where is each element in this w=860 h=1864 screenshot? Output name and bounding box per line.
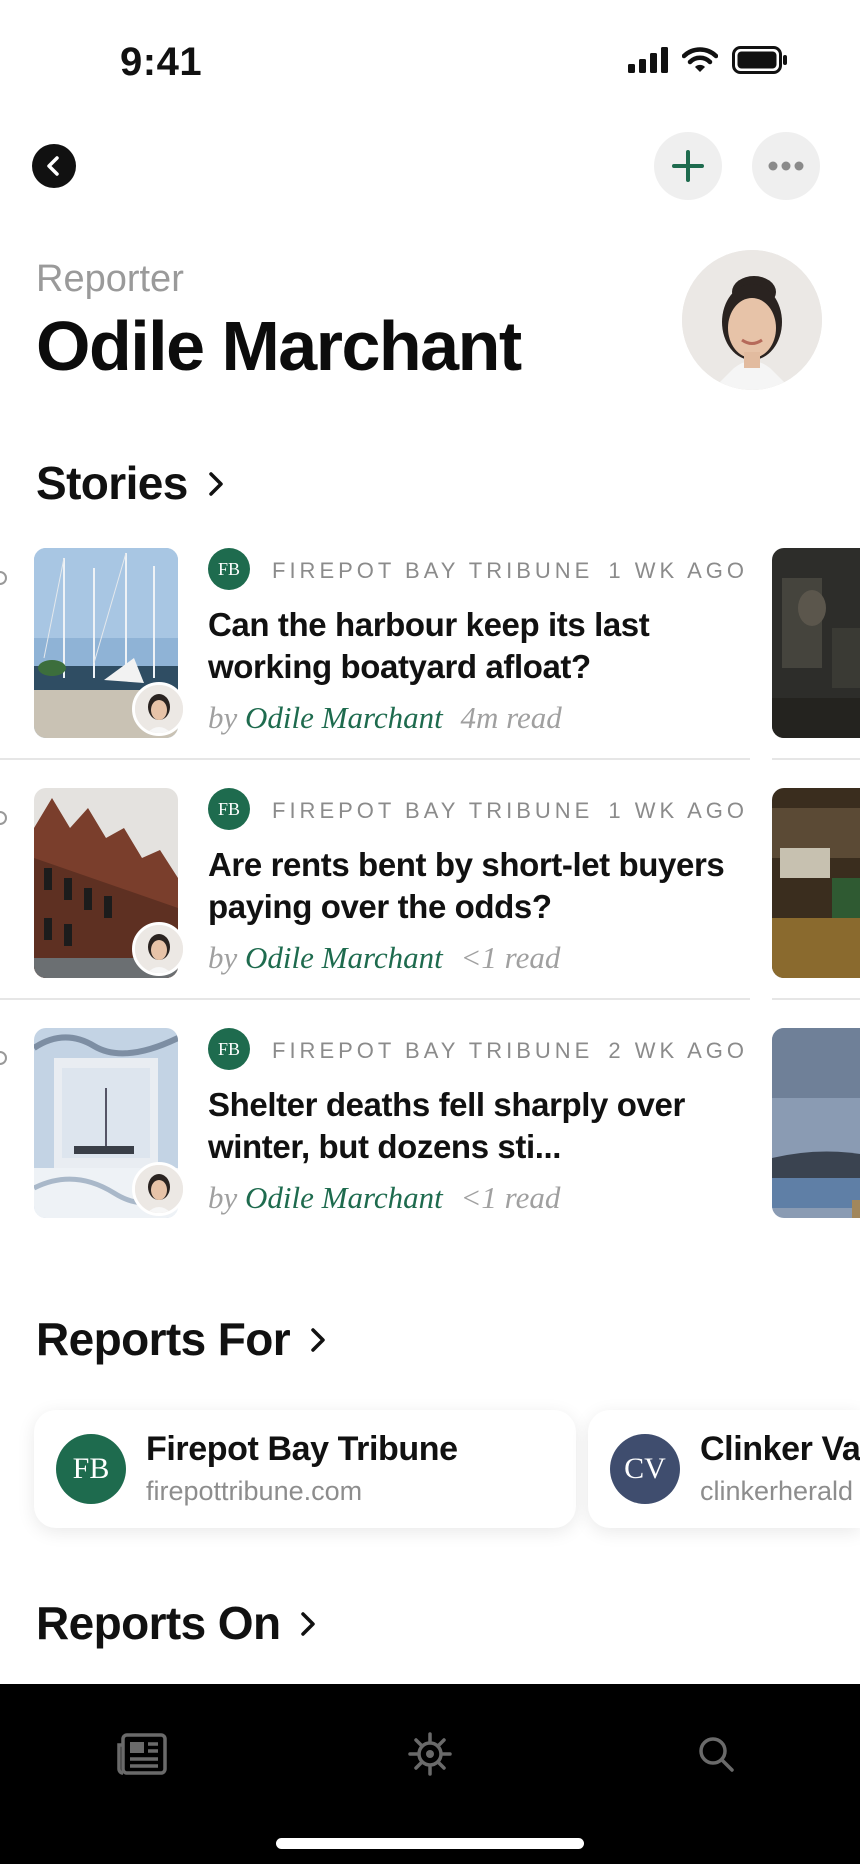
row-divider [772,758,860,760]
byline-author[interactable]: Odile Marchant [245,700,443,735]
reports-for-section-header[interactable]: Reports For [36,1312,328,1366]
next-story-thumbnail[interactable] [772,1028,860,1218]
publication-name: FIREPOT BAY TRIBUNE [272,1038,594,1063]
byline-prefix: by [208,1180,238,1215]
reports-on-title: Reports On [36,1597,281,1649]
publication-name: Firepot Bay Tribune [146,1430,458,1468]
stories-section-header[interactable]: Stories [36,456,226,510]
row-divider [0,998,750,1000]
publication-badge: FB [208,548,250,590]
status-time: 9:41 [120,40,203,84]
page-title: Odile Marchant [36,307,522,385]
news-icon [117,1733,167,1775]
tab-search[interactable] [686,1724,746,1784]
tab-news[interactable] [112,1724,172,1784]
wifi-icon [682,47,718,72]
cellular-signal-icon [628,47,668,73]
publication-badge: FB [208,1028,250,1070]
row-divider [772,998,860,1000]
story-title: Are rents bent by short-let buyers payin… [208,846,725,925]
story-card[interactable]: FB FIREPOT BAY TRIBUNE 1 WK AGO Can the … [0,548,860,748]
author-avatar [132,682,186,736]
plus-icon [672,150,704,182]
previous-card-edge [0,808,8,828]
author-avatar [132,1162,186,1216]
chevron-left-icon [47,156,59,176]
story-card[interactable]: FB FIREPOT BAY TRIBUNE 1 WK AGO Are rent… [0,788,860,988]
story-title: Can the harbour keep its last working bo… [208,606,650,685]
publication-card[interactable]: FB Firepot Bay Tribune firepottribune.co… [34,1410,576,1528]
tab-settings[interactable] [400,1724,460,1784]
chevron-right-icon [301,1612,316,1636]
next-story-thumbnail[interactable] [772,548,860,738]
publication-name: Clinker Val [700,1430,860,1468]
publication-name: FIREPOT BAY TRIBUNE [272,798,594,823]
gear-icon [408,1732,452,1776]
status-bar: 9:41 [0,0,860,130]
previous-card-edge [0,1048,8,1068]
story-byline: by Odile Marchant 4m read [208,700,562,736]
add-button[interactable] [654,132,722,200]
story-byline: by Odile Marchant <1 read [208,1180,560,1216]
story-title: Shelter deaths fell sharply over winter,… [208,1086,685,1165]
story-age: 1 WK AGO [608,798,748,823]
story-age: 2 WK AGO [608,1038,748,1063]
publication-badge: FB [208,788,250,830]
read-time: <1 read [460,940,561,975]
reports-on-section-header[interactable]: Reports On [36,1596,318,1650]
publication-badge: CV [610,1434,680,1504]
status-icons [628,46,788,74]
home-indicator[interactable] [276,1838,584,1849]
story-byline: by Odile Marchant <1 read [208,940,560,976]
tab-bar [0,1684,860,1864]
header-kicker: Reporter [36,258,184,300]
ellipsis-icon [768,161,804,171]
read-time: 4m read [460,700,562,735]
byline-prefix: by [208,940,238,975]
back-button[interactable] [32,144,76,188]
publication-url: clinkerherald [700,1476,854,1506]
publication-url: firepottribune.com [146,1476,363,1506]
publication-badge: FB [56,1434,126,1504]
byline-prefix: by [208,700,238,735]
author-avatar [132,922,186,976]
row-divider [0,758,750,760]
story-age: 1 WK AGO [608,558,748,583]
read-time: <1 read [460,1180,561,1215]
reports-for-title: Reports For [36,1313,291,1365]
byline-author[interactable]: Odile Marchant [245,1180,443,1215]
avatar[interactable] [682,250,822,390]
publication-name: FIREPOT BAY TRIBUNE [272,558,594,583]
battery-icon [732,46,787,74]
search-icon [699,1737,734,1772]
byline-author[interactable]: Odile Marchant [245,940,443,975]
next-story-thumbnail[interactable] [772,788,860,978]
chevron-right-icon [209,472,223,496]
story-card[interactable]: FB FIREPOT BAY TRIBUNE 2 WK AGO Shelter … [0,1028,860,1228]
previous-card-edge [0,568,8,588]
chevron-right-icon [311,1328,325,1352]
more-button[interactable] [752,132,820,200]
publication-card[interactable]: CV Clinker Val clinkerherald [588,1410,860,1528]
stories-title: Stories [36,457,188,509]
